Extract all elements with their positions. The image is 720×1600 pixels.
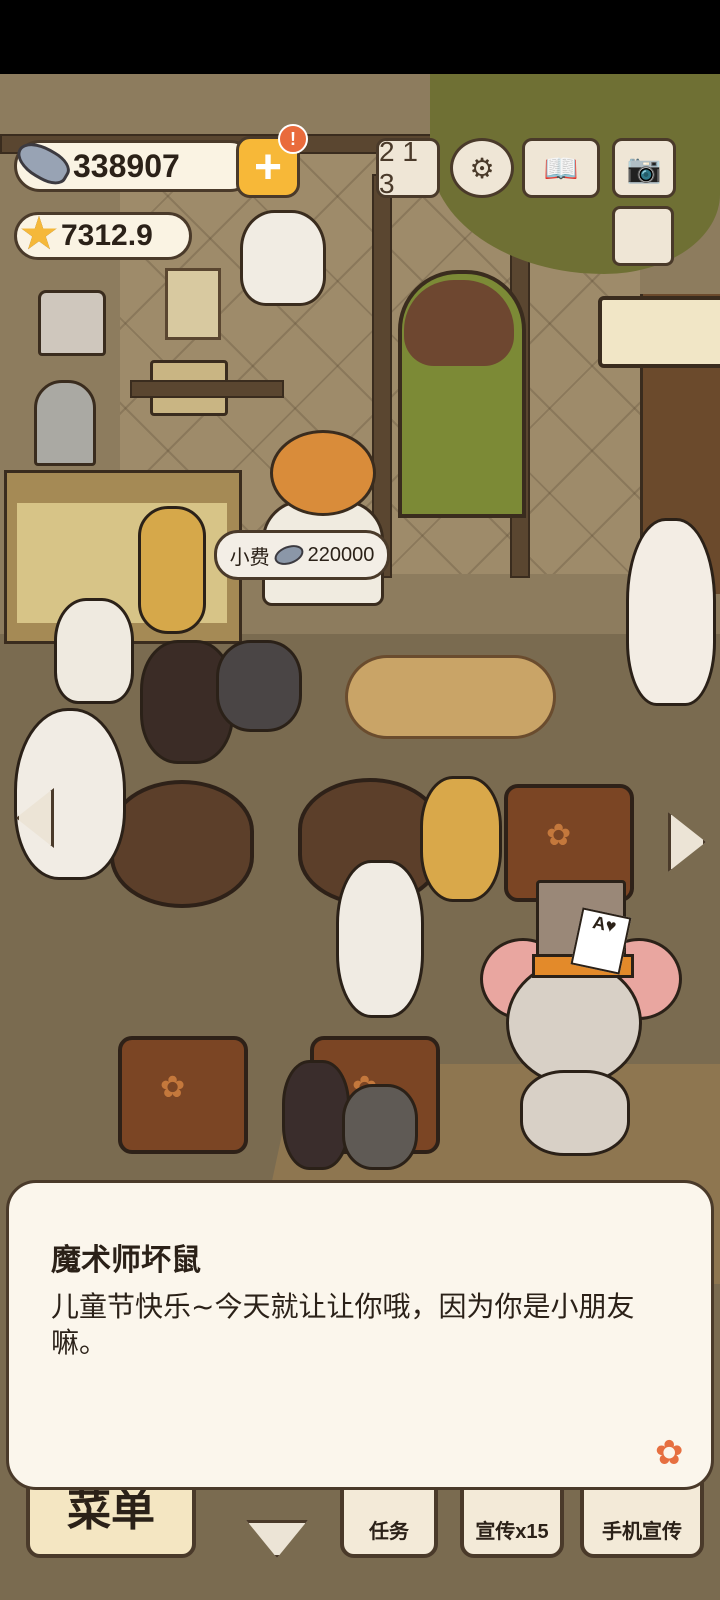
alert-badge: ! <box>278 124 308 154</box>
dog-customer[interactable] <box>336 860 424 1018</box>
pumpkin-head[interactable] <box>270 430 376 516</box>
star-currency-value: 7312.9 <box>61 219 153 252</box>
cloth-table[interactable]: ✿ <box>118 1036 248 1154</box>
dialog-text: 儿童节快乐~今天就让让你哦，因为你是小朋友嘛。 <box>51 1290 635 1359</box>
dialog-box[interactable]: 魔术师坏鼠 儿童节快乐~今天就让让你哦，因为你是小朋友嘛。 ✿ <box>6 1180 714 1490</box>
shop-house-icon[interactable] <box>38 290 106 356</box>
badger-customer[interactable] <box>54 598 134 704</box>
round-cake-table[interactable] <box>110 780 254 908</box>
status-bar <box>0 0 720 74</box>
paw-icon: ✿ <box>546 819 572 852</box>
white-cat-staff[interactable] <box>626 518 716 706</box>
rat-customer[interactable] <box>216 640 302 732</box>
camera-icon[interactable]: 📷 <box>612 138 676 198</box>
tip-amount: 220000 <box>307 543 375 566</box>
rat-head <box>506 960 642 1086</box>
raccoon-customer[interactable] <box>14 708 126 880</box>
fish-icon <box>10 135 76 191</box>
album-book-icon[interactable]: 📖 <box>522 138 600 198</box>
paw-icon: ✿ <box>160 1071 186 1104</box>
giraffe-customer[interactable] <box>138 506 206 634</box>
star-currency-bar: ★ 7312.9 <box>14 210 192 260</box>
wall-shelf <box>130 380 284 398</box>
wolf-customer[interactable] <box>342 1084 418 1170</box>
notice-board[interactable] <box>165 268 221 340</box>
fish-currency-value: 338907 <box>73 147 180 184</box>
paw-continue-icon[interactable]: ✿ <box>655 1433 684 1473</box>
donut-decoration <box>404 280 514 366</box>
speaker-name: 魔术师坏鼠 <box>51 1243 201 1278</box>
fish-currency-bar: 338907 <box>10 135 256 192</box>
tip-label: 小费 <box>229 546 270 569</box>
lucky-cat-statue[interactable] <box>240 210 326 306</box>
rabbit-customer[interactable] <box>282 1060 350 1170</box>
star-icon: ★ <box>18 207 60 259</box>
tip-bubble[interactable]: 小费 220000 <box>214 530 390 580</box>
newspaper-icon[interactable] <box>612 206 674 266</box>
magician-rat-character[interactable]: A♥ <box>480 880 682 1156</box>
cake-dome[interactable] <box>34 380 96 466</box>
tree-sign[interactable] <box>598 296 720 368</box>
fish-icon <box>271 541 306 569</box>
settings-gear-icon[interactable]: ⚙ <box>450 138 514 198</box>
ranking-icon[interactable]: 2 1 3 <box>376 136 440 199</box>
cat-face-rug <box>345 655 556 739</box>
rat-body <box>520 1070 630 1156</box>
